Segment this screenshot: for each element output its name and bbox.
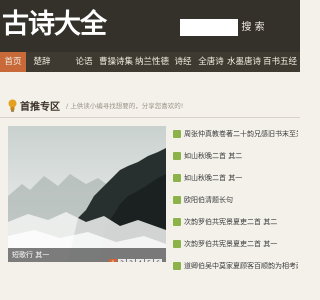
search-input[interactable] [180,19,238,36]
bullet-icon [173,218,181,226]
nav-item-baishu[interactable]: 百书五经 [262,52,298,72]
site-logo[interactable]: 古诗大全 [2,6,107,44]
feature-caption[interactable]: 短歌行 其一 [12,250,49,260]
list-item[interactable]: 如山秋晚二首 其二 [170,146,300,168]
poem-title[interactable]: 如山秋晚二首 其一 [184,173,298,183]
caption-bar: 短歌行 其一 123456 [8,248,166,262]
list-item[interactable]: 如山秋晚二首 其一 [170,168,300,190]
recommended-poem-list: 周张仲真教卷著二十韵兄感旧书末至郑赠小篇 如山秋晚二首 其二 如山秋晚二首 其一… [170,124,300,278]
lightbulb-icon [8,99,17,112]
nav-item-home[interactable]: 首页 [0,52,26,72]
search-button[interactable]: 搜 索 [240,19,266,36]
slide-pager: 123456 [108,250,162,262]
section-title: 首推专区 [20,102,60,113]
bullet-icon [173,196,181,204]
list-item[interactable]: 次韵罗伯共宪景夏吏二首 其二 [170,212,300,234]
page-button[interactable]: 4 [136,259,144,262]
list-item[interactable]: 次韵罗伯共宪景夏吏二首 其一 [170,234,300,256]
misty-mountain-image [8,126,166,262]
page-button[interactable]: 5 [145,259,153,262]
nav-item-shijing[interactable]: 诗经 [170,52,196,72]
nav-item-shuimo[interactable]: 水墨唐诗 [226,52,262,72]
main-nav: 首页 楚辞 论语 曹操诗集 纳兰性德 诗经 全唐诗 水墨唐诗 百书五经 [0,52,300,72]
nav-item-quantangshi[interactable]: 全唐诗 [196,52,226,72]
bullet-icon [173,174,181,182]
list-item[interactable]: 道卿伯吴中莫家夏顾客百顺韵为相考两满… [170,256,300,278]
bullet-icon [173,152,181,160]
poem-title[interactable]: 道卿伯吴中莫家夏顾客百顺韵为相考两满… [184,261,298,271]
list-item[interactable]: 周张仲真教卷著二十韵兄感旧书末至郑赠小篇 [170,124,300,146]
poem-title[interactable]: 次韵罗伯共宪景夏吏二首 其一 [184,239,298,249]
poem-title[interactable]: 周张仲真教卷著二十韵兄感旧书末至郑赠小篇 [184,129,298,139]
section-header: 首推专区 / 上供读小编寻找想要的，分享您喜欢的! [0,94,300,118]
poem-title[interactable]: 如山秋晚二首 其二 [184,151,298,161]
bullet-icon [173,130,181,138]
page-button[interactable]: 6 [154,259,162,262]
page-button[interactable]: 1 [109,259,117,262]
list-item[interactable]: 欧阳伯清题长句 [170,190,300,212]
nav-item-nalan[interactable]: 纳兰性德 [134,52,170,72]
nav-item-caocao[interactable]: 曹操诗集 [98,52,134,72]
page-button[interactable]: 3 [127,259,135,262]
site-header: 古诗大全 搜 索 [0,0,300,52]
nav-item-lunyu[interactable]: 论语 [70,52,98,72]
section-subtitle: / 上供读小编寻找想要的，分享您喜欢的! [66,102,184,110]
bullet-icon [173,240,181,248]
poem-title[interactable]: 欧阳伯清题长句 [184,195,298,205]
bullet-icon [173,262,181,270]
page-button[interactable]: 2 [118,259,126,262]
poem-title[interactable]: 次韵罗伯共宪景夏吏二首 其二 [184,217,298,227]
featured-slideshow[interactable]: 短歌行 其一 123456 [8,126,166,262]
nav-item-chuci[interactable]: 楚辞 [28,52,56,72]
